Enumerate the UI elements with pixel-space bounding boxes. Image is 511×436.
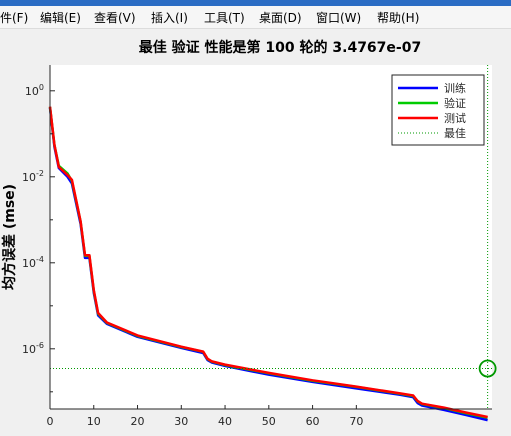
x-tick-label: 50 — [262, 415, 276, 428]
legend-label: 训练 — [444, 81, 466, 95]
legend-label: 最佳 — [444, 126, 466, 140]
x-tick-label: 0 — [47, 415, 54, 428]
x-tick-label: 30 — [174, 415, 188, 428]
y-tick-label: 10-4 — [22, 255, 44, 270]
performance-chart: 最佳 验证 性能是第 100 轮的 3.4767e-07 0 10 20 30 40 50… — [1, 39, 497, 428]
legend-box — [391, 74, 485, 146]
legend-label: 验证 — [444, 96, 466, 110]
legend: 训练验证测试最佳 — [391, 74, 485, 146]
x-tick-label: 70 — [349, 415, 363, 428]
y-tick-label: 100 — [25, 83, 44, 98]
y-axis-label: 均方误差 (mse) — [1, 184, 18, 290]
x-tick-label: 40 — [218, 415, 232, 428]
chart-title: 最佳 验证 性能是第 100 轮的 3.4767e-07 — [139, 39, 421, 56]
y-tick-label: 10-2 — [22, 169, 44, 184]
legend-label: 测试 — [444, 112, 466, 125]
x-tick-label: 10 — [87, 415, 101, 428]
y-tick-label: 10-6 — [22, 341, 44, 356]
x-tick-label: 60 — [306, 415, 320, 428]
x-tick-label: 20 — [131, 415, 145, 428]
